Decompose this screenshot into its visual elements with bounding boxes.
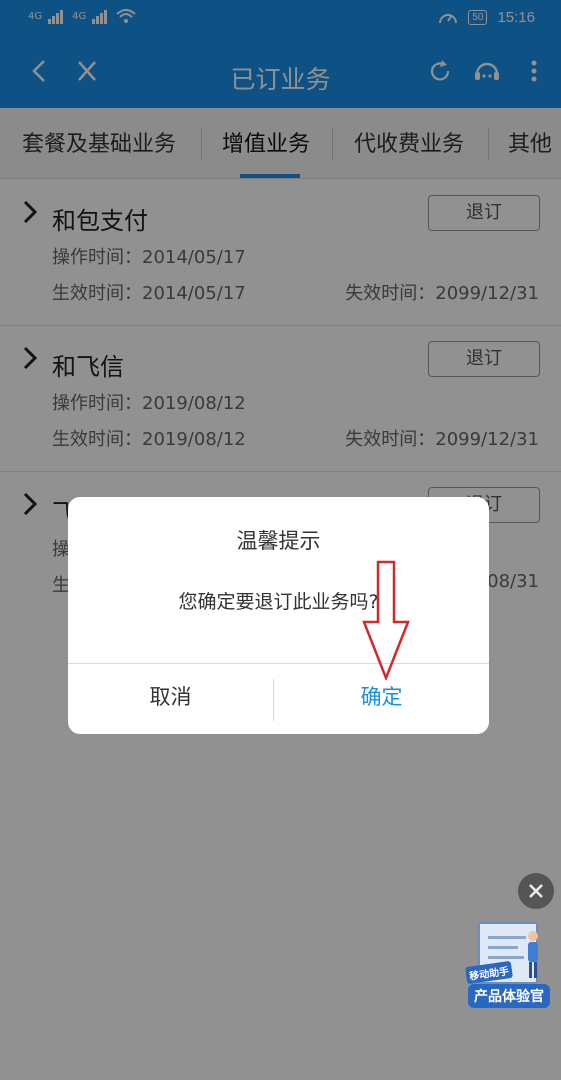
dialog-title: 温馨提示: [236, 529, 321, 553]
cancel-button[interactable]: 取消: [68, 663, 273, 734]
dialog-message: 您确定要退订此业务吗?: [178, 591, 379, 613]
badge-label: 产品体验官: [468, 984, 550, 1008]
close-circle-icon[interactable]: [518, 873, 554, 909]
person-icon: [528, 931, 538, 978]
red-down-arrow-icon: [362, 560, 410, 680]
confirm-dialog: 温馨提示 您确定要退订此业务吗? 取消 确定: [68, 497, 489, 734]
product-experience-badge[interactable]: 移动助手 产品体验官: [462, 912, 556, 1008]
